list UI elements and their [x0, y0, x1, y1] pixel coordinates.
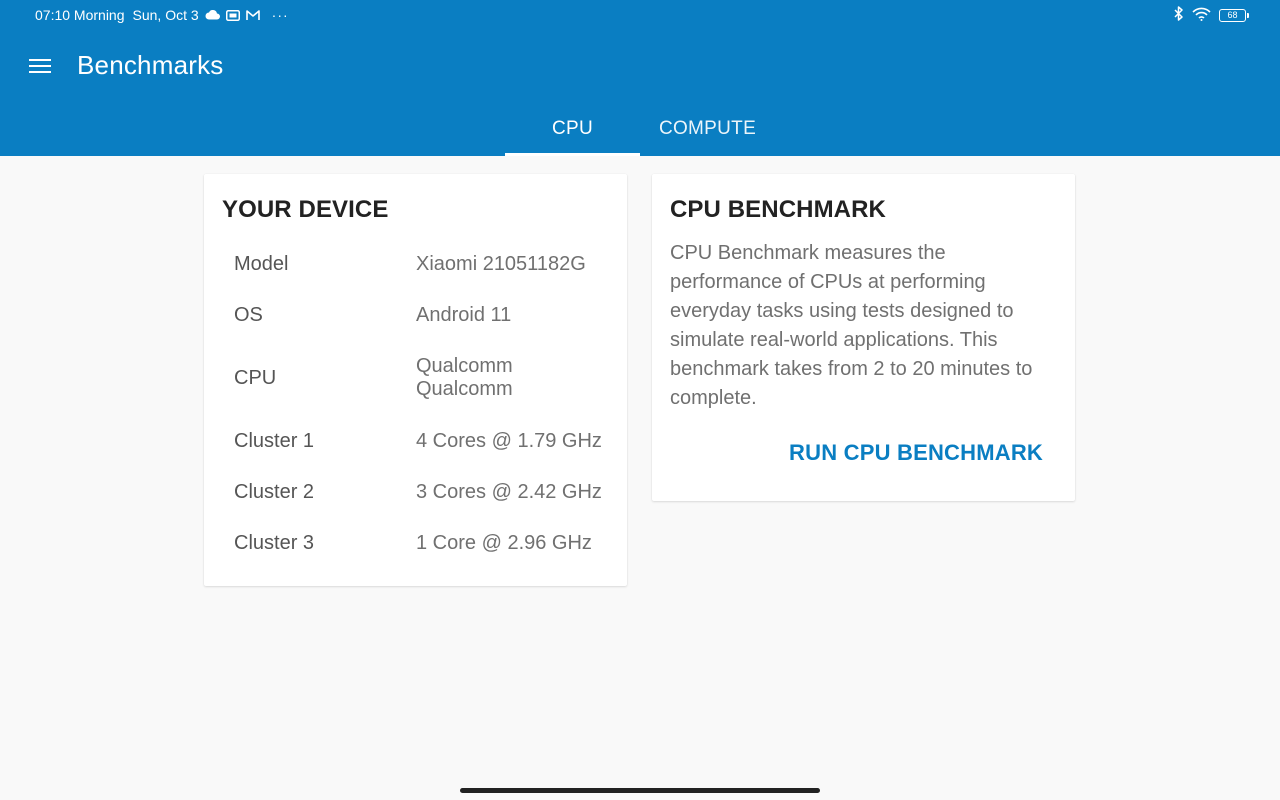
gesture-nav-handle[interactable] [460, 788, 820, 793]
spec-value: Xiaomi 21051182G [416, 253, 586, 275]
cpu-benchmark-title: CPU BENCHMARK [670, 196, 886, 223]
your-device-card: YOUR DEVICE Model Xiaomi 21051182G OS An… [204, 174, 627, 586]
cpu-benchmark-card: CPU BENCHMARK CPU Benchmark measures the… [652, 174, 1075, 501]
spec-label: OS [234, 304, 263, 326]
spec-value: 3 Cores @ 2.42 GHz [416, 481, 602, 503]
spec-value: Android 11 [416, 304, 512, 326]
spec-label: Model [234, 253, 289, 275]
spec-row-cpu: CPU Qualcomm Qualcomm [234, 355, 614, 401]
spec-value-group: Qualcomm Qualcomm [416, 355, 513, 401]
more-dots-icon: ··· [271, 7, 289, 23]
status-date: Sun, Oct 3 [132, 7, 199, 23]
mail-icon [245, 9, 260, 21]
tab-cpu[interactable]: CPU [505, 102, 640, 156]
spec-value: Qualcomm [416, 355, 513, 377]
status-bar: 07:10 Morning Sun, Oct 3 ··· 68 [0, 0, 1280, 30]
app-bar: 07:10 Morning Sun, Oct 3 ··· 68 Benchmar… [0, 0, 1280, 156]
status-time: 07:10 Morning [35, 7, 125, 23]
cpu-benchmark-description: CPU Benchmark measures the performance o… [670, 242, 1033, 409]
spec-row-cluster-1: Cluster 1 4 Cores @ 1.79 GHz [234, 430, 614, 453]
run-cpu-benchmark-button[interactable]: RUN CPU BENCHMARK [789, 440, 1043, 466]
your-device-title: YOUR DEVICE [222, 196, 389, 223]
page-title: Benchmarks [77, 50, 224, 80]
toolbar: Benchmarks [0, 36, 1280, 96]
spec-row-cluster-2: Cluster 2 3 Cores @ 2.42 GHz [234, 481, 614, 504]
spec-label: CPU [234, 366, 277, 389]
spec-row-os: OS Android 11 [234, 304, 614, 327]
spec-label: Cluster 1 [234, 430, 315, 452]
tab-compute[interactable]: COMPUTE [640, 102, 775, 156]
battery-icon: 68 [1219, 8, 1249, 22]
cloud-icon [205, 10, 220, 20]
spec-value: Qualcomm [416, 378, 513, 400]
spec-label: Cluster 2 [234, 481, 315, 503]
spec-value: 1 Core @ 2.96 GHz [416, 532, 592, 554]
tab-bar: CPU COMPUTE [505, 102, 775, 156]
wifi-icon [1192, 7, 1211, 24]
spec-label: Cluster 3 [234, 532, 315, 554]
bluetooth-icon [1174, 6, 1184, 24]
sim-badge-icon [225, 9, 240, 21]
spec-row-model: Model Xiaomi 21051182G [234, 253, 614, 276]
spec-value: 4 Cores @ 1.79 GHz [416, 430, 602, 452]
status-right: 68 [1174, 6, 1249, 24]
hamburger-menu-icon[interactable] [18, 44, 62, 88]
spec-row-cluster-3: Cluster 3 1 Core @ 2.96 GHz [234, 532, 614, 555]
status-left: 07:10 Morning Sun, Oct 3 ··· [35, 7, 289, 23]
